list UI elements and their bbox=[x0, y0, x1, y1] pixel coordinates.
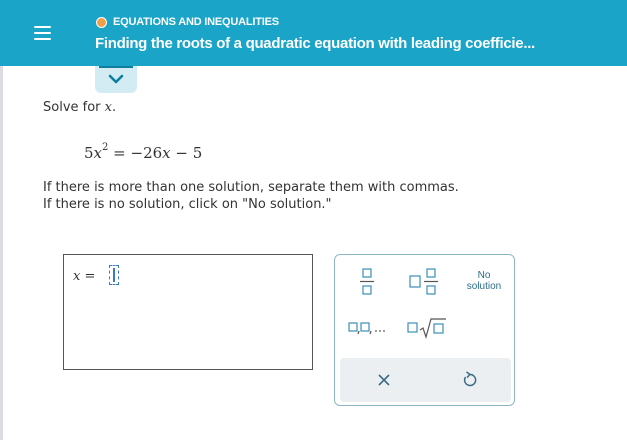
close-icon bbox=[378, 374, 390, 386]
problem-prompt: Solve for x. bbox=[43, 100, 116, 115]
equation-coefficient: 5 bbox=[84, 144, 94, 162]
mixed-number-key[interactable] bbox=[407, 267, 439, 297]
equation-rhs-constant: − 5 bbox=[170, 144, 203, 162]
topic-label: EQUATIONS AND INEQUALITIES bbox=[113, 16, 279, 28]
chevron-down-icon bbox=[108, 74, 124, 84]
text-cursor bbox=[113, 268, 115, 282]
comma-list-icon bbox=[348, 322, 385, 335]
prompt-variable: x bbox=[104, 100, 113, 115]
undo-button[interactable] bbox=[457, 369, 481, 391]
prompt-period: . bbox=[112, 100, 117, 115]
topic-status-dot bbox=[96, 16, 107, 28]
expand-toggle-button[interactable] bbox=[95, 66, 137, 93]
math-keypad: No solution bbox=[334, 254, 515, 406]
no-solution-label-line-2: solution bbox=[466, 281, 502, 292]
equation-rhs: = −26 bbox=[108, 144, 163, 162]
answer-area[interactable]: x = bbox=[63, 254, 313, 370]
clear-button[interactable] bbox=[372, 369, 396, 391]
square-root-icon bbox=[407, 318, 446, 339]
equation: 5x2 = −26x − 5 bbox=[84, 142, 203, 162]
menu-icon[interactable] bbox=[28, 22, 58, 44]
mixed-number-icon bbox=[409, 268, 438, 295]
topic-row: EQUATIONS AND INEQUALITIES bbox=[96, 16, 279, 28]
instruction-line-1: If there is more than one solution, sepa… bbox=[43, 180, 459, 195]
prompt-text: Solve for bbox=[43, 100, 101, 115]
page-title: Finding the roots of a quadratic equatio… bbox=[95, 35, 535, 52]
header-bar: EQUATIONS AND INEQUALITIES Finding the r… bbox=[0, 0, 627, 66]
equation-exponent: 2 bbox=[102, 142, 109, 153]
fraction-icon bbox=[360, 268, 374, 295]
undo-icon bbox=[463, 371, 477, 387]
square-root-key[interactable] bbox=[407, 317, 447, 339]
comma-list-key[interactable] bbox=[348, 319, 388, 335]
no-solution-button[interactable]: No solution bbox=[459, 270, 509, 292]
fraction-key[interactable] bbox=[359, 267, 375, 297]
no-solution-label-line-1: No bbox=[477, 270, 491, 281]
instructions: If there is more than one solution, sepa… bbox=[43, 179, 459, 213]
answer-input[interactable] bbox=[109, 265, 119, 285]
answer-label-equals: = bbox=[80, 269, 96, 284]
instruction-line-2: If there is no solution, click on "No so… bbox=[43, 197, 332, 212]
answer-label: x = bbox=[73, 269, 95, 284]
keypad-action-bar bbox=[340, 358, 511, 402]
equation-rhs-variable: x bbox=[162, 144, 171, 162]
equation-variable: x bbox=[93, 144, 103, 162]
left-rail bbox=[0, 66, 3, 440]
